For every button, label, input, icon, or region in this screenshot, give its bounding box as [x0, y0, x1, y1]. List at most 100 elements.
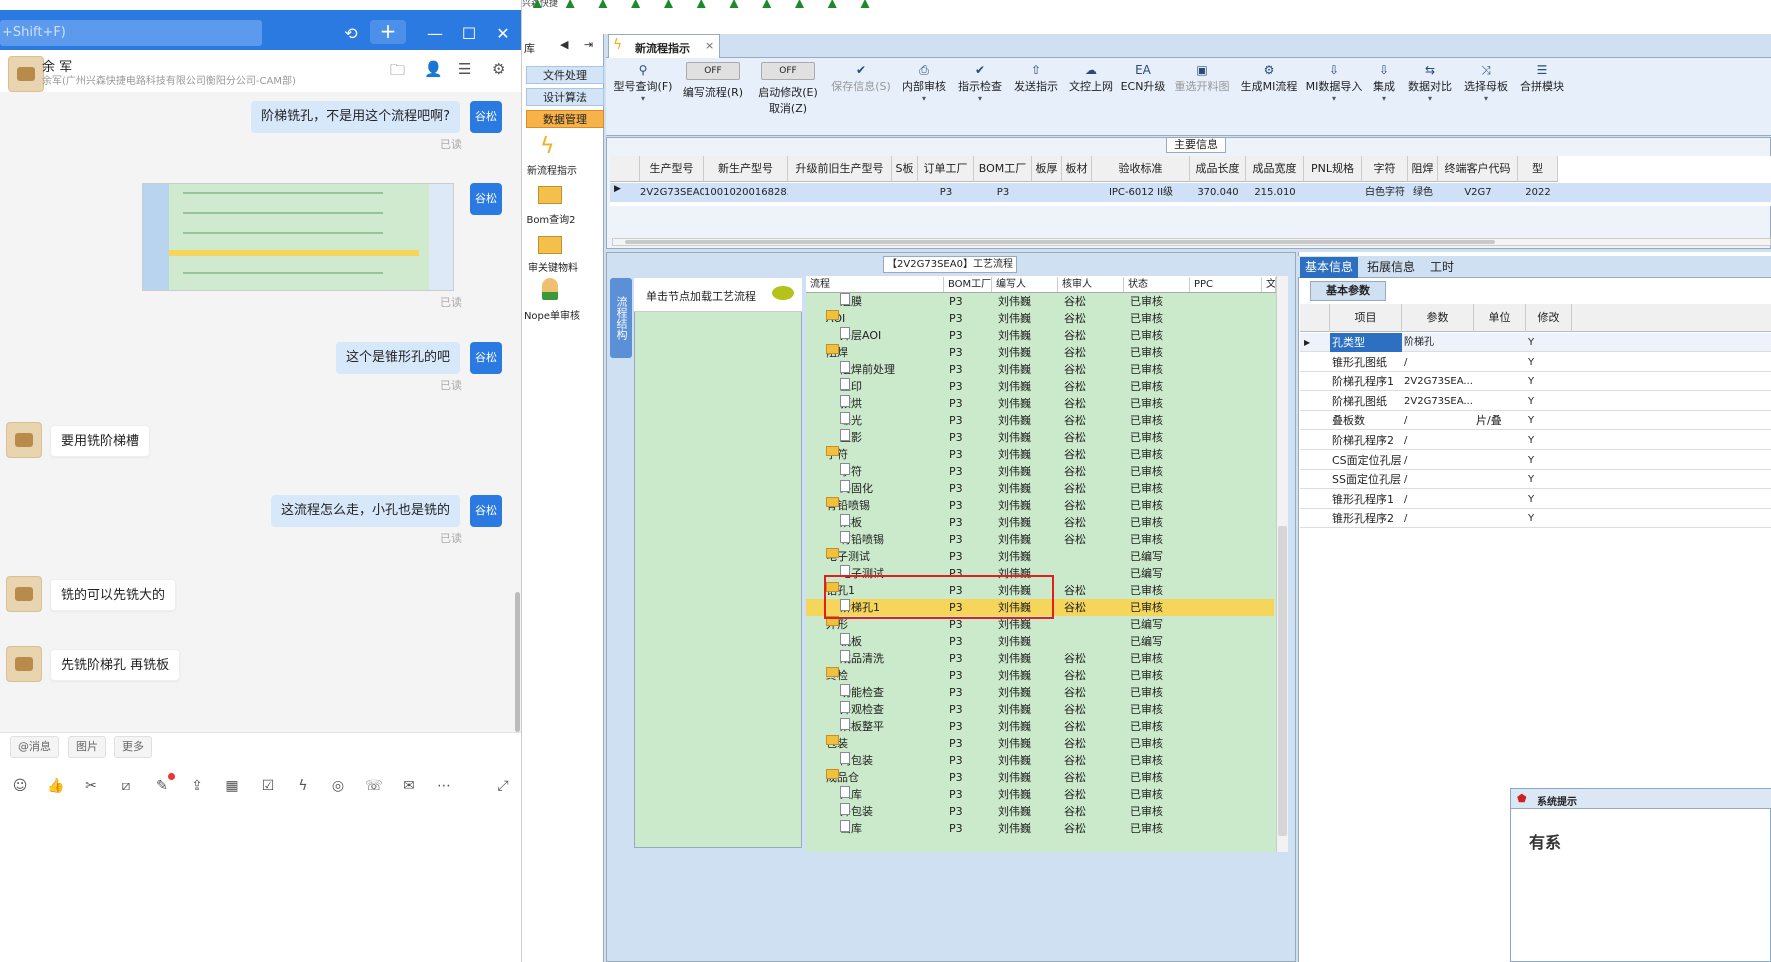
close-icon[interactable]: ✕ — [490, 22, 516, 46]
mail-icon[interactable]: ✉ — [399, 776, 419, 796]
column-header[interactable]: 新生产型号 — [704, 156, 788, 182]
toolbar-button-1[interactable]: OFF 编写流程(R) — [678, 62, 748, 130]
column-header[interactable]: BOM工厂 — [974, 156, 1032, 182]
toolbar-button-9[interactable]: ▣ 重选开料图 — [1170, 62, 1234, 130]
toolbar-button-4[interactable]: ⎙ 内部审核 ▾ — [898, 62, 950, 130]
toolbar-button-15[interactable]: ☰ 合拼模块 — [1516, 62, 1568, 130]
prop-row[interactable]: 阶梯孔图纸 2V2G73SEA... Y — [1300, 392, 1771, 411]
slash-icon[interactable]: ⧄ — [116, 776, 136, 796]
sidebar-item-bom-query[interactable]: Bom查询2 — [522, 211, 580, 226]
tree-row[interactable]: 烘板整平 P3 刘伟巍 谷松 已审核 — [806, 718, 1274, 735]
tree-column-header[interactable]: 核审人 — [1058, 277, 1124, 292]
tree-row[interactable]: 铣板 P3 刘伟巍 已编写 — [806, 633, 1274, 650]
prop-row[interactable]: 叠板数 / 片/叠 Y — [1300, 411, 1771, 431]
contact-avatar[interactable] — [6, 576, 42, 612]
tree-row[interactable]: 阻焊前处理 P3 刘伟巍 谷松 已审核 — [806, 361, 1274, 378]
column-header[interactable]: 生产型号 — [640, 156, 704, 182]
close-icon[interactable]: × — [705, 39, 714, 52]
column-header[interactable]: 成品宽度 — [1246, 156, 1304, 182]
prop-column-header[interactable]: 参数 — [1402, 304, 1474, 332]
column-header[interactable]: 字符 — [1362, 156, 1408, 182]
tree-row[interactable]: 成品清洗 P3 刘伟巍 谷松 已审核 — [806, 650, 1274, 667]
message-bubble[interactable]: 先铣阶梯孔 再铣板 — [50, 649, 181, 681]
toolbar-button-7[interactable]: ☁ 文控上网 — [1066, 62, 1116, 130]
column-header[interactable]: 升级前旧生产型号 — [788, 156, 892, 182]
column-header[interactable]: S板 — [892, 156, 918, 182]
tree-column-header[interactable]: BOM工厂 — [944, 277, 992, 292]
sidebar-item-key-material[interactable]: 审关键物料 — [522, 259, 584, 274]
thumbs-up-icon[interactable]: 👍 — [46, 776, 66, 796]
user-icon[interactable] — [542, 278, 558, 300]
prop-column-header[interactable]: 单位 — [1474, 304, 1526, 332]
nav-data-management[interactable]: 数据管理 — [526, 110, 604, 128]
phone-icon[interactable]: ☏ — [364, 776, 384, 796]
tab-new-process[interactable]: ϟ 新流程指示 × — [608, 34, 720, 58]
more-chip[interactable]: 更多 — [114, 736, 152, 758]
prop-column-header[interactable]: 修改 — [1526, 304, 1572, 332]
tree-row[interactable]: 有铅喷锡 P3 刘伟巍 谷松 已审核 — [806, 531, 1274, 548]
toolbar-button-2[interactable]: OFF 启动修改(E) 取消(Z) — [754, 62, 822, 130]
toolbar-button-14[interactable]: ⤨ 选择母板 ▾ — [1460, 62, 1512, 130]
tree-column-header[interactable]: 文 — [1262, 277, 1276, 292]
column-header[interactable]: 型 — [1518, 156, 1558, 182]
tree-row[interactable]: 预烘 P3 刘伟巍 谷松 已审核 — [806, 395, 1274, 412]
tree-row[interactable]: 外包装 P3 刘伟巍 谷松 已审核 — [806, 803, 1274, 820]
tree-row[interactable]: −字符 P3 刘伟巍 谷松 已审核 — [806, 446, 1274, 463]
load-hint-bar[interactable]: 单击节点加载工艺流程 — [634, 278, 802, 312]
minimize-icon[interactable]: — — [422, 22, 448, 46]
my-avatar[interactable]: 谷松 — [470, 101, 502, 133]
search-list-icon[interactable]: ☰ — [458, 60, 471, 78]
subtab-basic-params[interactable]: 基本参数 — [1310, 281, 1386, 301]
upload-icon[interactable]: ⇪ — [187, 776, 207, 796]
toolbar-button-12[interactable]: ⇩ 集成 ▾ — [1366, 62, 1402, 130]
tree-row[interactable]: 丝印 P3 刘伟巍 谷松 已审核 — [806, 378, 1274, 395]
toolbar-button-10[interactable]: ⚙ 生成MI流程 — [1238, 62, 1300, 130]
tree-column-header[interactable]: 状态 — [1124, 277, 1190, 292]
tree-row[interactable]: 外层AOI P3 刘伟巍 谷松 已审核 — [806, 327, 1274, 344]
tree-row[interactable]: 退膜 P3 刘伟巍 谷松 已审核 — [806, 293, 1274, 310]
my-avatar[interactable]: 谷松 — [470, 183, 502, 215]
camera-icon[interactable]: ◎ — [328, 776, 348, 796]
tree-column-header[interactable]: 编写人 — [992, 277, 1058, 292]
prop-param[interactable]: / — [1404, 451, 1474, 470]
toggle-switch[interactable]: OFF — [686, 62, 740, 80]
lightning-icon[interactable]: ϟ — [293, 776, 313, 796]
prop-param[interactable]: 阶梯孔 — [1404, 333, 1474, 352]
prop-param[interactable]: / — [1404, 411, 1474, 430]
toolbar-button-5[interactable]: ✔ 指示检查 ▾ — [954, 62, 1006, 130]
side-tab-structure[interactable]: 流程结构 — [610, 278, 632, 358]
prop-row[interactable]: CS面定位孔层 / Y — [1300, 451, 1771, 470]
my-avatar[interactable]: 谷松 — [470, 342, 502, 374]
column-header[interactable]: 成品长度 — [1190, 156, 1246, 182]
mention-chip[interactable]: @消息 — [10, 736, 59, 758]
prop-param[interactable]: 2V2G73SEA... — [1404, 392, 1474, 411]
column-header[interactable]: 终端客户代码 — [1438, 156, 1518, 182]
tab-work-hours[interactable]: 工时 — [1422, 257, 1462, 278]
column-header[interactable]: 阻焊 — [1408, 156, 1438, 182]
prop-param[interactable]: 2V2G73SEA... — [1404, 372, 1474, 391]
scissors-icon[interactable]: ✂ — [81, 776, 101, 796]
tree-row[interactable]: 功能检查 P3 刘伟巍 谷松 已审核 — [806, 684, 1274, 701]
compose-area[interactable] — [0, 732, 521, 962]
tree-row[interactable]: −电子测试 P3 刘伟巍 已编写 — [806, 548, 1274, 565]
tab-extended-info[interactable]: 拓展信息 — [1362, 257, 1420, 278]
nav-back-icon[interactable]: ◀ — [560, 38, 568, 51]
tree-row[interactable]: 终固化 P3 刘伟巍 谷松 已审核 — [806, 480, 1274, 497]
tree-row[interactable]: 显影 P3 刘伟巍 谷松 已审核 — [806, 429, 1274, 446]
system-popup[interactable]: ⬟ 系统提示 有系 — [1510, 788, 1771, 962]
message-bubble[interactable]: 阶梯铣孔，不是用这个流程吧啊? — [251, 101, 460, 133]
tree-scrollbar[interactable] — [1276, 276, 1288, 852]
column-header[interactable]: PNL规格 — [1304, 156, 1362, 182]
tab-basic-info[interactable]: 基本信息 — [1300, 257, 1358, 278]
tree-row[interactable]: 烘板 P3 刘伟巍 谷松 已审核 — [806, 514, 1274, 531]
message-bubble[interactable]: 这流程怎么走，小孔也是铣的 — [270, 495, 460, 527]
tree-row[interactable]: −包装 P3 刘伟巍 谷松 已审核 — [806, 735, 1274, 752]
prop-row[interactable]: SS面定位孔层 / Y — [1300, 470, 1771, 490]
toolbar-button-11[interactable]: ⇩ MI数据导入 ▾ — [1304, 62, 1364, 130]
tree-row[interactable]: −AOI P3 刘伟巍 谷松 已审核 — [806, 310, 1274, 327]
add-button[interactable]: + — [370, 20, 406, 44]
history-icon[interactable]: ⟲ — [338, 22, 364, 46]
tree-row[interactable]: −有铅喷锡 P3 刘伟巍 谷松 已审核 — [806, 497, 1274, 514]
toolbar-button-3[interactable]: ✔ 保存信息(S) — [826, 62, 896, 130]
toolbar-button-6[interactable]: ⇧ 发送指示 — [1010, 62, 1062, 130]
